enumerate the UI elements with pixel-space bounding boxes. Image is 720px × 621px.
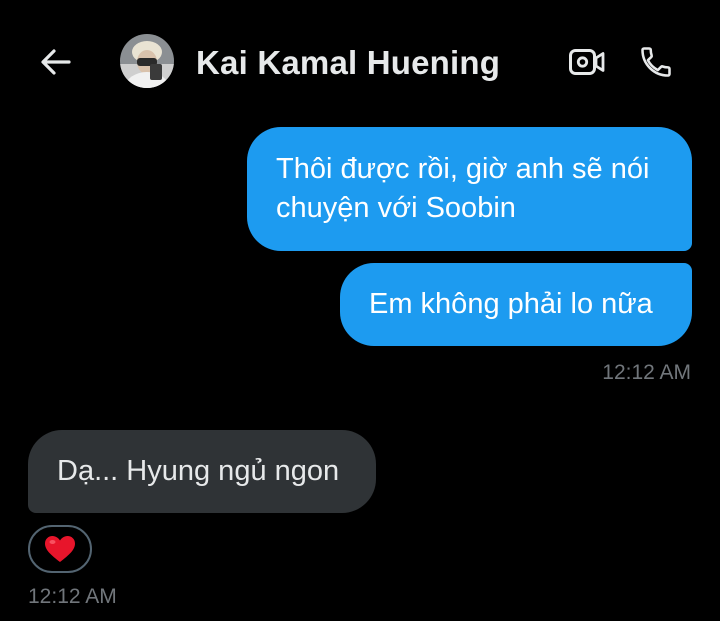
timestamp-incoming: 12:12 AM [28, 585, 117, 608]
phone-icon [641, 47, 671, 77]
heart-icon [45, 536, 75, 562]
voice-call-button[interactable] [634, 40, 678, 84]
conversation-header: Kai Kamal Huening [0, 0, 720, 120]
video-call-icon [569, 49, 605, 75]
reaction-badge[interactable] [28, 525, 92, 573]
message-bubble-outgoing[interactable]: Thôi được rồi, giờ anh sẽ nói chuyện với… [247, 127, 692, 251]
timestamp-outgoing: 12:12 AM [602, 361, 691, 384]
back-button[interactable] [36, 42, 76, 82]
message-bubble-outgoing[interactable]: Em không phải lo nữa [340, 263, 692, 346]
contact-name[interactable]: Kai Kamal Huening [196, 44, 500, 82]
avatar[interactable] [120, 34, 174, 88]
message-bubble-incoming[interactable]: Dạ... Hyung ngủ ngon [28, 430, 376, 513]
video-call-button[interactable] [566, 42, 608, 82]
back-arrow-icon [41, 49, 71, 75]
avatar-image [120, 34, 174, 88]
